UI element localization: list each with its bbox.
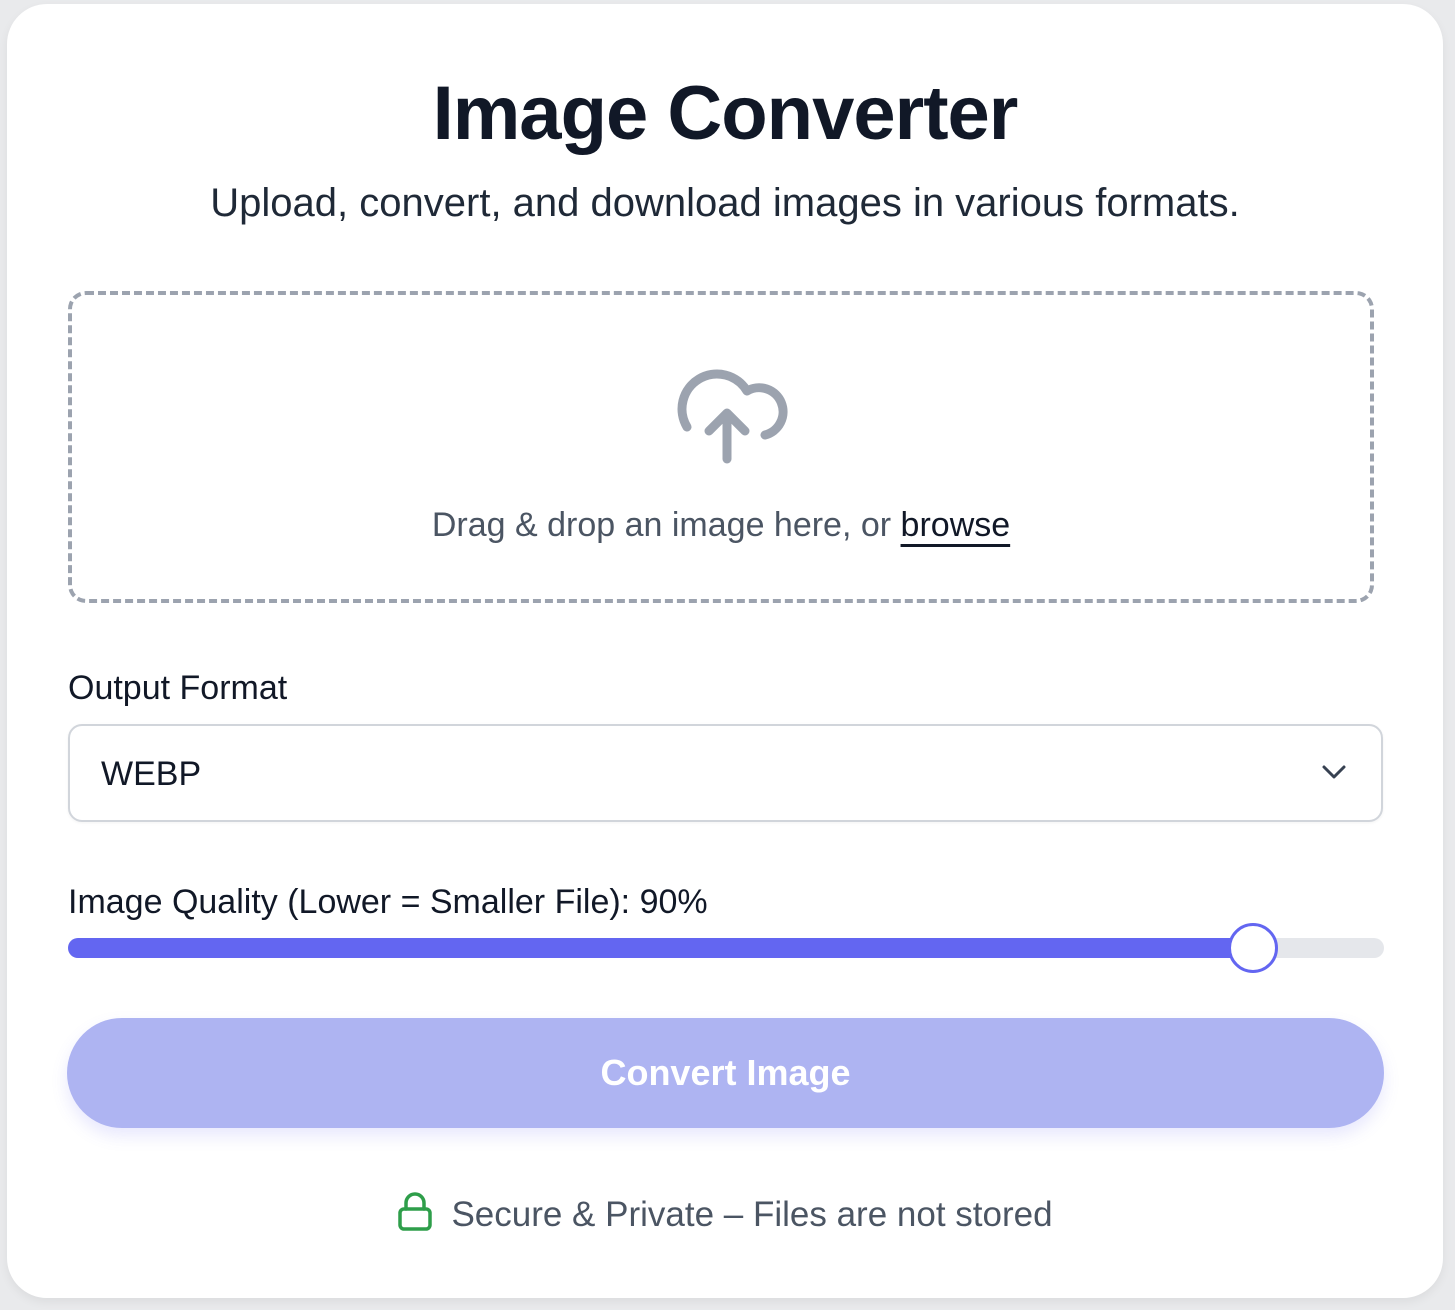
image-quality-slider[interactable] — [68, 923, 1384, 973]
lock-icon — [398, 1192, 433, 1231]
converter-card: Image Converter Upload, convert, and dow… — [7, 4, 1443, 1298]
slider-fill — [68, 938, 1253, 958]
security-notice: Secure & Private – Files are not stored — [7, 1192, 1443, 1237]
dropzone-instruction: Drag & drop an image here, or — [431, 506, 901, 544]
cloud-upload-icon — [677, 369, 788, 464]
slider-thumb[interactable] — [1228, 923, 1279, 973]
upload-dropzone[interactable]: Drag & drop an image here, or browse — [68, 291, 1374, 603]
output-format-select[interactable]: WEBP — [68, 724, 1383, 822]
output-format-value: WEBP — [101, 755, 202, 793]
page-subtitle: Upload, convert, and download images in … — [210, 181, 1240, 225]
convert-image-button[interactable]: Convert Image — [67, 1018, 1384, 1128]
image-quality-label: Image Quality (Lower = Smaller File): 90… — [68, 883, 708, 921]
chevron-down-icon — [1322, 765, 1346, 779]
browse-link[interactable]: browse — [901, 506, 1011, 544]
output-format-label: Output Format — [68, 669, 288, 707]
dropzone-text: Drag & drop an image here, or browse — [72, 505, 1370, 545]
security-notice-text: Secure & Private – Files are not stored — [451, 1195, 1053, 1234]
page-title: Image Converter — [432, 71, 1019, 156]
